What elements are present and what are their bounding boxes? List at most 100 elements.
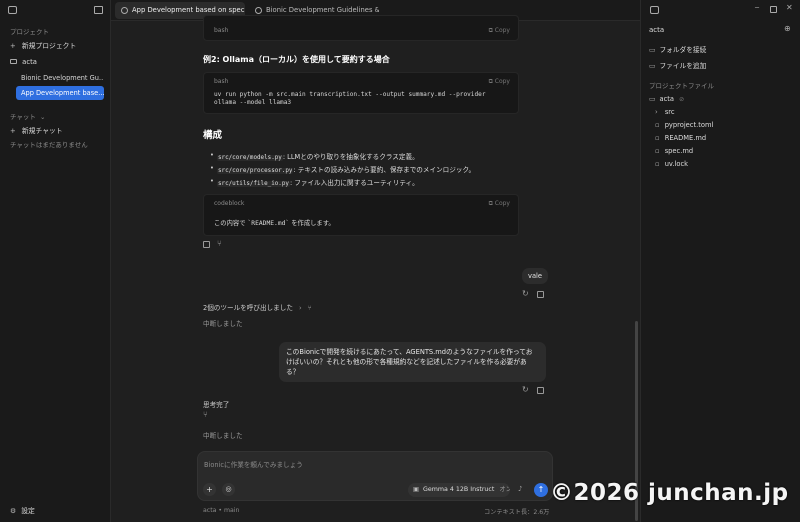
plus-icon: + xyxy=(10,127,16,135)
new-chat-edit-icon[interactable] xyxy=(94,6,103,14)
project-item-bionic-guidelines[interactable]: Bionic Development Gu… xyxy=(16,71,104,85)
file-icon: ▫ xyxy=(655,160,660,168)
model-icon: ▣ xyxy=(413,486,419,493)
minimize-icon[interactable]: ─ xyxy=(755,4,759,12)
chat-section-text: チャット xyxy=(10,113,36,121)
list-item: src/utils/file_io.py: ファイル入出力に関するユーティリティ… xyxy=(210,177,419,187)
file-tree-root-label: acta xyxy=(659,95,674,103)
copy-button[interactable]: ⧉ Copy xyxy=(489,78,510,86)
branch-icon: ⑂ xyxy=(307,304,312,312)
list-item-text: : LLMとのやり取りを抽象化するクラス定義。 xyxy=(282,153,419,161)
message-input[interactable]: Bionicに作業を頼んでみましょう xyxy=(204,459,303,469)
code-lang-label: bash xyxy=(214,78,229,85)
file-icon: ▫ xyxy=(655,147,660,155)
copy-button[interactable]: ⧉ Copy xyxy=(489,200,510,208)
branch-icon[interactable]: ⑂ xyxy=(203,410,208,419)
gear-icon: ⚙ xyxy=(10,507,17,515)
file-name: spec.md xyxy=(664,147,694,155)
close-icon[interactable]: ✕ xyxy=(786,3,793,12)
chevron-right-icon: › xyxy=(299,304,302,312)
chevron-right-icon: › xyxy=(655,108,658,116)
example2-heading: 例2: Ollama（ローカル）を使用して要約する場合 xyxy=(203,55,390,64)
code-lang-label: codeblock xyxy=(214,200,245,207)
interrupted-status: 中断しました xyxy=(203,320,243,328)
panel-toggle-icon[interactable] xyxy=(650,6,659,14)
maximize-icon[interactable] xyxy=(770,6,777,13)
no-chats-text: チャットはまだありません xyxy=(10,141,88,149)
code-block: bash ⧉ Copy xyxy=(203,15,519,41)
file-tree-root[interactable]: ▭ acta ⊘ xyxy=(649,95,684,103)
copy-icon[interactable] xyxy=(537,387,544,394)
code-block: codeblock ⧉ Copy この内容で `README.md` を作成しま… xyxy=(203,194,519,236)
copy-label: Copy xyxy=(494,200,510,207)
retry-icon[interactable]: ↻ xyxy=(522,289,529,298)
list-item-text: : ファイル入出力に関するユーティリティ。 xyxy=(289,179,419,187)
model-selector[interactable]: ▣ Gemma 4 12B Instruct オン xyxy=(408,483,510,497)
shield-icon[interactable]: ◎ xyxy=(222,483,235,496)
connect-folder-label: フォルダを接続 xyxy=(659,46,707,54)
file-icon: ▭ xyxy=(649,62,656,70)
code-text-file: `README.md` xyxy=(247,220,290,227)
message-composer: Bionicに作業を頼んでみましょう + ◎ ▣ Gemma 4 12B Ins… xyxy=(197,451,553,501)
chat-section-label[interactable]: チャット ⌄ xyxy=(10,111,45,121)
settings-button[interactable]: ⚙ 設定 xyxy=(10,505,35,515)
copy-icon[interactable] xyxy=(203,241,210,248)
code-block-text: この内容で `README.md` を作成します。 xyxy=(214,220,335,229)
sidebar-toggle-icon[interactable] xyxy=(8,6,17,14)
connect-folder-button[interactable]: ▭ フォルダを接続 xyxy=(649,44,706,54)
chat-icon xyxy=(255,7,262,14)
project-folder[interactable]: acta xyxy=(10,58,37,66)
file-icon: ▫ xyxy=(655,134,660,142)
model-name: Gemma 4 12B Instruct xyxy=(423,486,495,493)
project-item-label: Bionic Development Gu… xyxy=(21,74,104,82)
file-tree-folder-src[interactable]: › src xyxy=(655,108,675,116)
inline-code: src/core/models.py xyxy=(217,155,283,161)
right-panel: ─ ✕ acta ⊕ ▭ フォルダを接続 ▭ ファイルを追加 プロジェクトファイ… xyxy=(640,0,800,522)
tab-label: App Development based on spec… xyxy=(132,6,245,14)
sidebar-top xyxy=(0,0,110,20)
tool-calls-summary[interactable]: 2個のツールを呼び出しました › ⑂ xyxy=(203,302,312,312)
copy-label: Copy xyxy=(494,78,510,85)
user-message: vale xyxy=(522,268,548,284)
add-file-label: ファイルを追加 xyxy=(659,62,707,70)
file-tree-item[interactable]: ▫ pyproject.toml xyxy=(655,121,713,129)
chat-icon xyxy=(121,7,128,14)
new-project-button[interactable]: + 新規プロジェクト xyxy=(10,40,76,50)
file-name: uv.lock xyxy=(664,160,688,168)
chevron-down-icon: ⌄ xyxy=(40,113,46,121)
settings-label: 設定 xyxy=(21,507,35,515)
microphone-icon[interactable]: ♪ xyxy=(518,485,522,493)
interrupted-status: 中断しました xyxy=(203,432,243,440)
tool-calls-label: 2個のツールを呼び出しました xyxy=(203,304,293,312)
copy-button[interactable]: ⧉ Copy xyxy=(489,27,510,35)
new-project-label: 新規プロジェクト xyxy=(21,42,77,50)
context-length: コンテキスト長：2.6万 xyxy=(484,509,550,516)
file-tree-item[interactable]: ▫ README.md xyxy=(655,134,706,142)
list-item-text: : テキストの読み込みから要約、保存までのメインロジック。 xyxy=(293,166,476,174)
file-tree-item[interactable]: ▫ spec.md xyxy=(655,147,693,155)
retry-icon[interactable]: ↻ xyxy=(522,385,529,394)
copy-icon[interactable] xyxy=(537,291,544,298)
file-icon: ▫ xyxy=(655,121,660,129)
inline-code: src/core/processor.py xyxy=(217,168,294,174)
code-lang-label: bash xyxy=(214,27,229,34)
project-files-label: プロジェクトファイル xyxy=(649,82,714,90)
list-item: src/core/processor.py: テキストの読み込みから要約、保存ま… xyxy=(210,164,476,174)
globe-icon[interactable]: ⊕ xyxy=(784,24,791,33)
add-file-button[interactable]: ▭ ファイルを追加 xyxy=(649,60,706,70)
project-item-app-development[interactable]: App Development base… xyxy=(16,86,104,100)
file-tree-item[interactable]: ▫ uv.lock xyxy=(655,160,688,168)
copyright-watermark: ©2026 junchan.jp xyxy=(550,480,789,506)
folder-icon: ▭ xyxy=(649,46,656,54)
add-attachment-button[interactable]: + xyxy=(203,483,216,496)
thinking-done-status[interactable]: 思考完了 xyxy=(203,399,229,409)
copy-label: Copy xyxy=(494,27,510,34)
send-button[interactable]: ↑ xyxy=(534,483,548,497)
project-item-label: App Development base… xyxy=(21,89,104,97)
branch-icon[interactable]: ⑂ xyxy=(217,239,222,248)
new-chat-label: 新規チャット xyxy=(21,127,63,135)
folder-icon: ▭ xyxy=(649,95,656,103)
right-panel-title: acta xyxy=(649,26,665,34)
project-section-label: プロジェクト xyxy=(10,28,49,36)
new-chat-button[interactable]: + 新規チャット xyxy=(10,125,63,135)
